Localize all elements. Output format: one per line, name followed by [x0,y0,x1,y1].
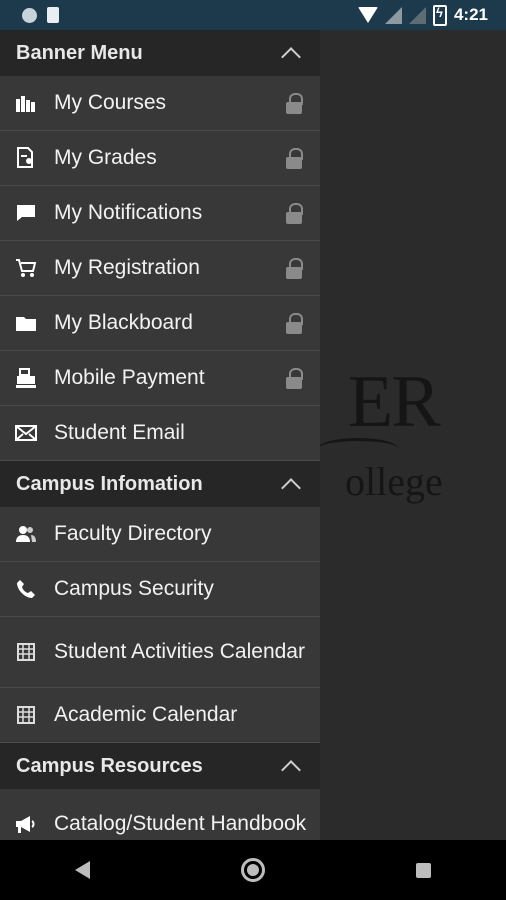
menu-item-label: My Notifications [54,201,203,224]
chevron-up-icon[interactable] [281,760,301,780]
section-title: Campus Resources [16,754,203,777]
signal-icon [384,6,402,24]
status-time: 4:21 [453,5,488,24]
calendar-icon [14,703,38,727]
menu-item-label: Campus Security [54,577,214,600]
megaphone-icon [14,812,38,836]
lock-icon [286,313,303,334]
menu-item-my-courses[interactable]: My Courses [0,76,320,131]
navigation-drawer: Banner Menu My Courses My Grades My Noti… [0,30,320,840]
folder-icon [14,311,38,335]
cart-icon [14,256,38,280]
battery-charging-icon [432,4,447,26]
envelope-icon [14,421,38,445]
wifi-icon [357,7,378,23]
home-icon[interactable] [240,858,265,882]
notification-dot-icon [22,7,37,23]
people-icon [14,522,38,546]
section-header-campus-information[interactable]: Campus Infomation [0,461,320,507]
menu-item-faculty-directory[interactable]: Faculty Directory [0,507,320,562]
menu-item-student-email[interactable]: Student Email [0,406,320,461]
lock-icon [286,258,303,279]
menu-item-label: Catalog/Student Handbook [54,812,307,835]
recent-apps-icon[interactable] [415,862,431,878]
menu-item-catalog-student-handbook[interactable]: Catalog/Student Handbook [0,789,320,840]
sd-card-icon [47,7,59,23]
section-header-campus-resources[interactable]: Campus Resources [0,743,320,789]
menu-item-my-blackboard[interactable]: My Blackboard [0,296,320,351]
calendar-icon [14,640,38,664]
lock-icon [286,93,303,114]
menu-item-student-activities-calendar[interactable]: Student Activities Calendar [0,617,320,688]
section-title: Campus Infomation [16,472,203,495]
menu-item-mobile-payment[interactable]: Mobile Payment [0,351,320,406]
status-bar: 4:21 [0,0,506,30]
books-icon [14,91,38,115]
signal-secondary-icon [408,6,426,24]
lock-icon [286,148,303,169]
menu-item-label: My Blackboard [54,311,193,334]
menu-item-label: My Registration [54,256,200,279]
back-icon[interactable] [75,861,91,879]
lock-icon [286,368,303,389]
menu-item-my-notifications[interactable]: My Notifications [0,186,320,241]
menu-item-label: Student Activities Calendar [54,640,305,663]
menu-item-label: Academic Calendar [54,703,238,726]
chevron-up-icon[interactable] [281,478,301,498]
menu-item-label: My Grades [54,146,157,169]
section-title: Banner Menu [16,41,143,64]
section-header-banner-menu[interactable]: Banner Menu [0,30,320,76]
logo-subtitle: ollege [345,459,443,504]
menu-item-campus-security[interactable]: Campus Security [0,562,320,617]
lock-icon [286,203,303,224]
chat-bubble-icon [14,201,38,225]
system-nav-bar [0,840,506,900]
menu-item-label: Student Email [54,421,185,444]
menu-item-label: Mobile Payment [54,366,205,389]
grades-icon [14,146,38,170]
menu-item-academic-calendar[interactable]: Academic Calendar [0,688,320,743]
logo-swoosh [318,438,398,459]
cash-register-icon [14,366,38,390]
logo-letters: ER [348,361,441,443]
menu-item-label: My Courses [54,91,167,114]
phone-icon [14,577,38,601]
menu-item-label: Faculty Directory [54,522,212,545]
menu-item-my-grades[interactable]: My Grades [0,131,320,186]
menu-item-my-registration[interactable]: My Registration [0,241,320,296]
chevron-up-icon[interactable] [281,47,301,67]
